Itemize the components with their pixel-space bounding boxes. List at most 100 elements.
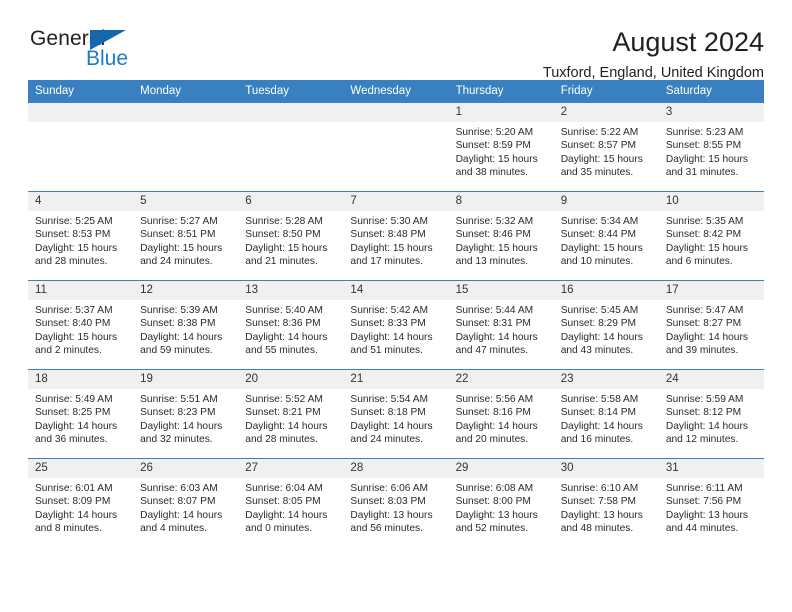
daylight-text-line2: and 8 minutes. [35,523,102,535]
calendar-day-cell[interactable]: 17 Sunrise: 5:47 AM Sunset: 8:27 PM Dayligh… [658,280,764,370]
sunset-text: Sunset: 8:00 PM [455,496,531,508]
day-cell-content: 7 Sunrise: 5:30 AM Sunset: 8:48 PM Daylight… [343,192,449,280]
daylight-text-line2: and 47 minutes. [455,345,529,357]
daylight-text-line2: and 4 minutes. [140,523,207,535]
calendar-day-cell[interactable]: 19 Sunrise: 5:51 AM Sunset: 8:23 PM Dayligh… [133,369,239,459]
calendar-day-cell[interactable]: 10 Sunrise: 5:35 AM Sunset: 8:42 PM Dayligh… [658,191,764,281]
day-details: Sunrise: 5:34 AM Sunset: 8:44 PM Daylight:… [554,211,659,269]
calendar-day-cell[interactable]: 16 Sunrise: 5:45 AM Sunset: 8:29 PM Dayligh… [553,280,659,370]
day-cell-content: 28 Sunrise: 6:06 AM Sunset: 8:03 PM Dayligh… [343,459,449,548]
calendar-day-cell[interactable]: 26 Sunrise: 6:03 AM Sunset: 8:07 PM Dayligh… [133,458,239,548]
calendar-day-cell[interactable]: 30 Sunrise: 6:10 AM Sunset: 7:58 PM Dayligh… [553,458,659,548]
day-cell-content [238,103,344,191]
day-details: Sunrise: 5:27 AM Sunset: 8:51 PM Daylight:… [133,211,238,269]
calendar-day-cell[interactable]: 28 Sunrise: 6:06 AM Sunset: 8:03 PM Dayligh… [343,458,449,548]
sunrise-text: Sunrise: 5:23 AM [665,127,744,138]
daylight-text-line1: Daylight: 14 hours [245,420,328,432]
day-number: 22 [448,370,554,389]
sunset-text: Sunset: 8:40 PM [35,318,111,330]
day-cell-content: 21 Sunrise: 5:54 AM Sunset: 8:18 PM Dayligh… [343,370,449,458]
day-cell-content: 14 Sunrise: 5:42 AM Sunset: 8:33 PM Dayligh… [343,281,449,369]
calendar-day-cell[interactable]: 12 Sunrise: 5:39 AM Sunset: 8:38 PM Dayligh… [133,280,239,370]
calendar-day-cell[interactable]: 21 Sunrise: 5:54 AM Sunset: 8:18 PM Dayligh… [343,369,449,459]
day-number [238,103,344,122]
daylight-text-line2: and 48 minutes. [560,523,634,535]
day-details: Sunrise: 5:49 AM Sunset: 8:25 PM Daylight:… [28,389,133,447]
sunset-text: Sunset: 8:14 PM [560,407,637,419]
daylight-text-line1: Daylight: 14 hours [140,509,223,521]
calendar-day-cell[interactable]: 22 Sunrise: 5:56 AM Sunset: 8:16 PM Dayligh… [448,369,554,459]
day-details: Sunrise: 5:54 AM Sunset: 8:18 PM Daylight:… [343,389,448,447]
day-cell-content: 4 Sunrise: 5:25 AM Sunset: 8:53 PM Daylight… [28,192,134,280]
calendar-body: 1 Sunrise: 5:20 AM Sunset: 8:59 PM Daylight… [28,102,764,548]
daylight-text-line1: Daylight: 13 hours [560,509,643,521]
calendar-day-cell[interactable]: 7 Sunrise: 5:30 AM Sunset: 8:48 PM Daylight… [343,191,449,281]
calendar-day-cell[interactable]: 13 Sunrise: 5:40 AM Sunset: 8:36 PM Dayligh… [238,280,344,370]
sunset-text: Sunset: 8:53 PM [35,229,111,241]
calendar-day-cell[interactable]: 11 Sunrise: 5:37 AM Sunset: 8:40 PM Dayligh… [28,280,134,370]
day-cell-content: 25 Sunrise: 6:01 AM Sunset: 8:09 PM Dayligh… [28,459,134,548]
daylight-text-line2: and 24 minutes. [140,256,213,268]
weekday-header-saturday: Saturday [658,80,764,103]
daylight-text-line2: and 20 minutes. [455,434,529,446]
daylight-text-line2: and 35 minutes. [560,167,634,179]
calendar-day-cell[interactable]: 15 Sunrise: 5:44 AM Sunset: 8:31 PM Dayligh… [448,280,554,370]
logo-word-blue: Blue [86,47,129,70]
day-number: 5 [133,192,239,211]
sunrise-text: Sunrise: 5:40 AM [245,305,323,316]
day-cell-content: 17 Sunrise: 5:47 AM Sunset: 8:27 PM Dayligh… [658,281,764,369]
calendar-day-cell[interactable]: 23 Sunrise: 5:58 AM Sunset: 8:14 PM Dayligh… [553,369,659,459]
calendar-day-cell[interactable]: 25 Sunrise: 6:01 AM Sunset: 8:09 PM Dayligh… [28,458,134,548]
sunset-text: Sunset: 8:42 PM [665,229,742,241]
day-details: Sunrise: 5:56 AM Sunset: 8:16 PM Daylight:… [449,389,554,447]
daylight-text-line2: and 2 minutes. [35,345,102,357]
sunrise-text: Sunrise: 5:56 AM [455,394,534,405]
calendar-day-cell[interactable]: 18 Sunrise: 5:49 AM Sunset: 8:25 PM Dayligh… [28,369,134,459]
calendar-day-cell[interactable]: 14 Sunrise: 5:42 AM Sunset: 8:33 PM Dayligh… [343,280,449,370]
sunset-text: Sunset: 8:48 PM [350,229,426,241]
calendar-day-cell[interactable]: 27 Sunrise: 6:04 AM Sunset: 8:05 PM Dayligh… [238,458,344,548]
sunrise-text: Sunrise: 5:34 AM [560,216,639,227]
daylight-text-line1: Daylight: 14 hours [560,420,643,432]
calendar-day-cell[interactable]: 31 Sunrise: 6:11 AM Sunset: 7:56 PM Dayligh… [658,458,764,548]
calendar-day-cell[interactable]: 9 Sunrise: 5:34 AM Sunset: 8:44 PM Daylight… [553,191,659,281]
day-number: 9 [553,192,659,211]
daylight-text-line1: Daylight: 15 hours [35,331,118,343]
daylight-text-line2: and 36 minutes. [35,434,108,446]
daylight-text-line1: Daylight: 14 hours [245,509,328,521]
day-cell-content: 9 Sunrise: 5:34 AM Sunset: 8:44 PM Daylight… [553,192,659,280]
sunrise-text: Sunrise: 5:58 AM [560,394,639,405]
calendar-day-cell[interactable]: 6 Sunrise: 5:28 AM Sunset: 8:50 PM Daylight… [238,191,344,281]
calendar-day-cell[interactable]: 5 Sunrise: 5:27 AM Sunset: 8:51 PM Daylight… [133,191,239,281]
day-details: Sunrise: 5:32 AM Sunset: 8:46 PM Daylight:… [449,211,554,269]
daylight-text-line2: and 10 minutes. [560,256,634,268]
sunrise-text: Sunrise: 5:32 AM [455,216,534,227]
calendar-day-cell[interactable]: 1 Sunrise: 5:20 AM Sunset: 8:59 PM Daylight… [448,102,554,192]
calendar-week-row: 1 Sunrise: 5:20 AM Sunset: 8:59 PM Daylight… [28,102,764,192]
calendar-day-cell[interactable]: 24 Sunrise: 5:59 AM Sunset: 8:12 PM Dayligh… [658,369,764,459]
daylight-text-line2: and 32 minutes. [140,434,213,446]
sunset-text: Sunset: 8:29 PM [560,318,637,330]
calendar-day-cell[interactable]: 8 Sunrise: 5:32 AM Sunset: 8:46 PM Daylight… [448,191,554,281]
sunset-text: Sunset: 8:33 PM [350,318,426,330]
day-cell-content: 27 Sunrise: 6:04 AM Sunset: 8:05 PM Dayligh… [238,459,344,548]
daylight-text-line1: Daylight: 13 hours [665,509,748,521]
sunset-text: Sunset: 8:05 PM [245,496,321,508]
day-cell-content: 6 Sunrise: 5:28 AM Sunset: 8:50 PM Daylight… [238,192,344,280]
page-title: August 2024 [612,27,764,57]
calendar-day-cell[interactable]: 29 Sunrise: 6:08 AM Sunset: 8:00 PM Dayligh… [448,458,554,548]
sunset-text: Sunset: 8:50 PM [245,229,321,241]
daylight-text-line2: and 17 minutes. [350,256,423,268]
calendar-day-cell[interactable]: 3 Sunrise: 5:23 AM Sunset: 8:55 PM Daylight… [658,102,764,192]
calendar-day-cell[interactable]: 4 Sunrise: 5:25 AM Sunset: 8:53 PM Daylight… [28,191,134,281]
daylight-text-line2: and 0 minutes. [245,523,313,535]
day-cell-content: 3 Sunrise: 5:23 AM Sunset: 8:55 PM Daylight… [658,103,764,191]
calendar-day-cell[interactable]: 2 Sunrise: 5:22 AM Sunset: 8:57 PM Daylight… [553,102,659,192]
day-cell-content: 8 Sunrise: 5:32 AM Sunset: 8:46 PM Daylight… [448,192,554,280]
day-details: Sunrise: 6:04 AM Sunset: 8:05 PM Daylight:… [238,478,343,536]
sunrise-text: Sunrise: 6:01 AM [35,483,113,494]
sunrise-text: Sunrise: 6:08 AM [455,483,534,494]
sunrise-text: Sunrise: 6:10 AM [560,483,639,494]
calendar-day-cell[interactable]: 20 Sunrise: 5:52 AM Sunset: 8:21 PM Dayligh… [238,369,344,459]
daylight-text-line2: and 24 minutes. [350,434,423,446]
